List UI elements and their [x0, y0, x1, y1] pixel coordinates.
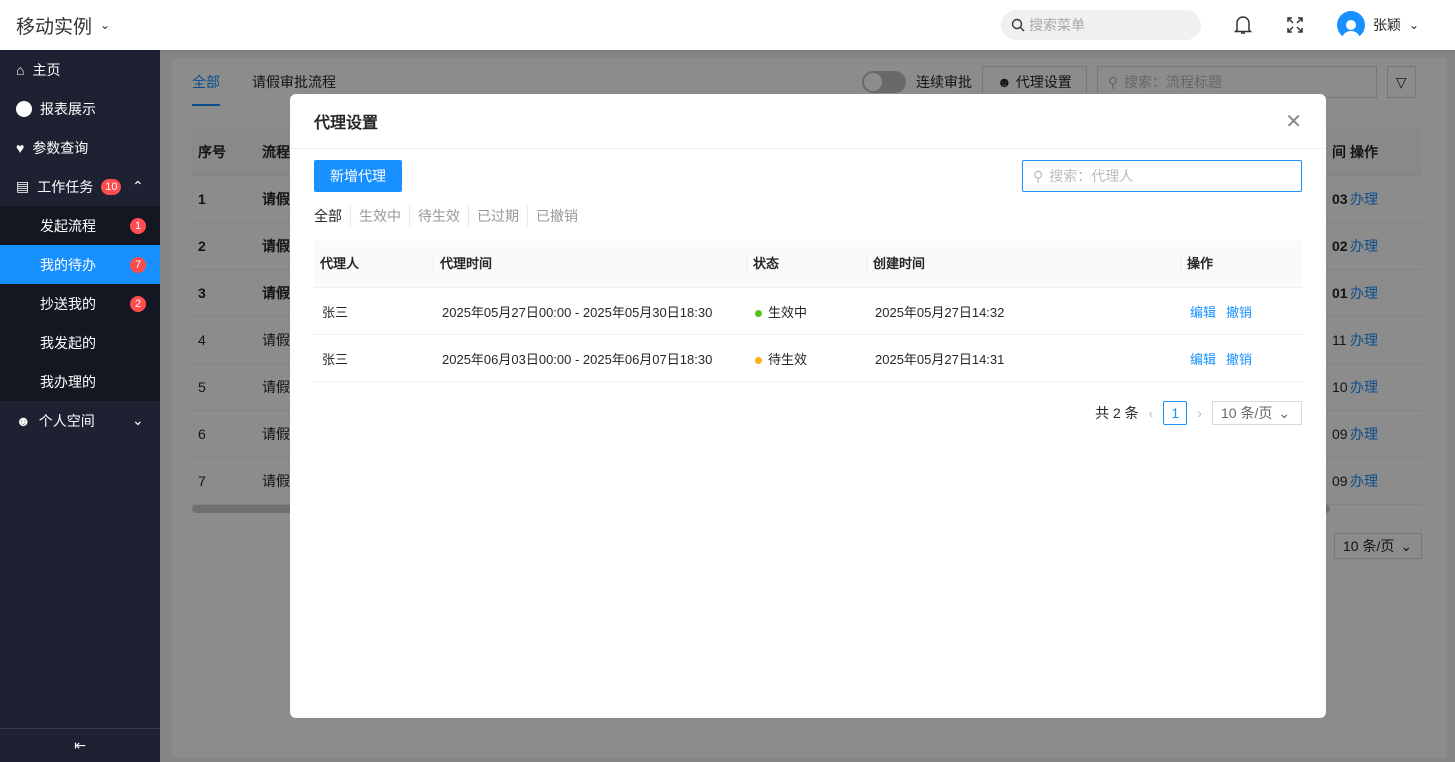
- agent-settings-dialog: 代理设置 ✕ 新增代理 ⚲ 搜索：代理人 全部 生效中 待生效 已过期 已撤销 代…: [290, 94, 1326, 718]
- status-label: 生效中: [768, 304, 808, 320]
- sidebar-item-my-started[interactable]: 我发起的: [0, 323, 160, 362]
- sidebar-item-start-flow[interactable]: 发起流程 1: [0, 206, 160, 245]
- revoke-link[interactable]: 撤销: [1226, 352, 1252, 367]
- agent-period: 2025年06月03日00:00 - 2025年06月07日18:30: [442, 351, 713, 367]
- top-header: 移动实例 ⌄ 搜索菜单 张颖 ⌄: [0, 0, 1455, 50]
- revoke-link[interactable]: 撤销: [1226, 305, 1252, 320]
- status-badge: 生效中: [755, 302, 807, 321]
- count-badge: 7: [130, 256, 146, 273]
- count-badge: 1: [130, 217, 146, 234]
- nav-label: 我发起的: [40, 334, 96, 351]
- sidebar-item-home[interactable]: ⌂ 主页: [0, 50, 160, 89]
- table-row: 张三 2025年05月27日00:00 - 2025年05月30日18:30 生…: [314, 288, 1302, 335]
- total-count: 共 2 条: [1095, 405, 1139, 421]
- nav-label: 参数查询: [32, 139, 89, 156]
- chart-icon: [16, 100, 32, 117]
- sidebar-item-personal[interactable]: ☻ 个人空间 ⌄: [0, 401, 160, 440]
- sidebar: ⌂ 主页 报表展示 ♥ 参数查询 ▤ 工作任务 10 ⌃ 发起流程 1 我的待办 7 抄送我的…: [0, 50, 160, 762]
- fullscreen-icon[interactable]: [1283, 13, 1307, 37]
- dialog-title: 代理设置: [314, 115, 379, 132]
- status-badge: 待生效: [755, 349, 807, 368]
- sidebar-item-cc-me[interactable]: 抄送我的 2: [0, 284, 160, 323]
- edit-link[interactable]: 编辑: [1190, 305, 1216, 320]
- chevron-down-icon: ⌄: [100, 18, 111, 32]
- status-dot: [755, 356, 762, 364]
- app-title: 移动实例: [16, 16, 93, 38]
- heart-search-icon: ♥: [16, 139, 25, 156]
- bell-icon[interactable]: [1231, 13, 1255, 37]
- collapse-sidebar-button[interactable]: ⇤: [0, 728, 160, 762]
- created-time: 2025年05月27日14:31: [875, 351, 1005, 367]
- nav-label: 报表展示: [40, 100, 96, 117]
- user-icon: ☻: [16, 412, 31, 429]
- table-row: 张三 2025年06月03日00:00 - 2025年06月07日18:30 待…: [314, 335, 1302, 382]
- nav-label: 工作任务: [37, 178, 94, 195]
- filter-active[interactable]: 生效中: [350, 206, 409, 226]
- agent-period: 2025年05月27日00:00 - 2025年05月30日18:30: [442, 304, 713, 320]
- chevron-down-icon: ⌄: [132, 412, 144, 428]
- status-filter: 全部 生效中 待生效 已过期 已撤销: [314, 206, 586, 226]
- agent-name: 张三: [322, 304, 349, 320]
- filter-pending[interactable]: 待生效: [409, 206, 468, 226]
- nav-label: 主页: [32, 61, 61, 78]
- sidebar-item-params[interactable]: ♥ 参数查询: [0, 128, 160, 167]
- filter-all[interactable]: 全部: [314, 206, 350, 226]
- nav-label: 我办理的: [40, 373, 96, 390]
- agent-name: 张三: [322, 351, 349, 367]
- column-header: 状态: [746, 253, 779, 275]
- avatar: [1337, 11, 1365, 39]
- pagination: 共 2 条 ‹ 1 › 10 条/页 ⌄: [1095, 401, 1302, 425]
- page-size-label: 10 条/页: [1221, 405, 1273, 421]
- search-placeholder: 搜索菜单: [1029, 17, 1085, 33]
- nav-label: 发起流程: [40, 217, 96, 234]
- sidebar-item-my-todo[interactable]: 我的待办 7: [0, 245, 160, 284]
- user-name: 张颖: [1373, 17, 1401, 33]
- column-header: 操作: [1180, 253, 1213, 275]
- home-icon: ⌂: [16, 61, 25, 78]
- app-switcher[interactable]: 移动实例 ⌄: [16, 12, 110, 39]
- sidebar-item-tasks[interactable]: ▤ 工作任务 10 ⌃: [0, 167, 160, 206]
- add-agent-button[interactable]: 新增代理: [314, 160, 402, 192]
- status-label: 待生效: [768, 351, 808, 367]
- page-size-select[interactable]: 10 条/页 ⌄: [1212, 401, 1302, 425]
- column-header: 代理时间: [433, 253, 492, 275]
- count-badge: 2: [130, 295, 146, 312]
- page-1-button[interactable]: 1: [1163, 401, 1188, 425]
- collapse-icon: ⇤: [74, 737, 86, 753]
- close-icon[interactable]: ✕: [1285, 112, 1302, 132]
- chevron-up-icon: ⌃: [132, 178, 144, 194]
- count-badge: 10: [101, 178, 122, 195]
- menu-search-input[interactable]: 搜索菜单: [1001, 10, 1201, 40]
- user-menu[interactable]: 张颖 ⌄: [1337, 11, 1419, 39]
- edit-link[interactable]: 编辑: [1190, 352, 1216, 367]
- sidebar-item-my-handled[interactable]: 我办理的: [0, 362, 160, 401]
- prev-page-icon[interactable]: ‹: [1149, 405, 1154, 421]
- chevron-down-icon: ⌄: [1409, 18, 1420, 32]
- chevron-down-icon: ⌄: [1278, 404, 1291, 421]
- nav-label: 个人空间: [38, 412, 95, 429]
- status-dot: [755, 309, 762, 317]
- created-time: 2025年05月27日14:32: [875, 304, 1005, 320]
- search-icon: ⚲: [1033, 167, 1044, 184]
- search-placeholder: 搜索：代理人: [1049, 168, 1134, 184]
- nav-label: 抄送我的: [40, 295, 96, 312]
- next-page-icon[interactable]: ›: [1197, 405, 1202, 421]
- search-icon: [1011, 18, 1025, 32]
- sidebar-item-reports[interactable]: 报表展示: [0, 89, 160, 128]
- filter-revoked[interactable]: 已撤销: [527, 206, 586, 226]
- agent-table: 代理人 代理时间 状态 创建时间 操作 张三 2025年05月27日00:00 …: [314, 241, 1302, 382]
- column-header: 创建时间: [866, 253, 925, 275]
- filter-expired[interactable]: 已过期: [468, 206, 527, 226]
- column-header: 代理人: [320, 256, 360, 271]
- nav-label: 我的待办: [40, 256, 96, 273]
- agent-search-input[interactable]: ⚲ 搜索：代理人: [1022, 160, 1302, 192]
- task-icon: ▤: [16, 178, 30, 194]
